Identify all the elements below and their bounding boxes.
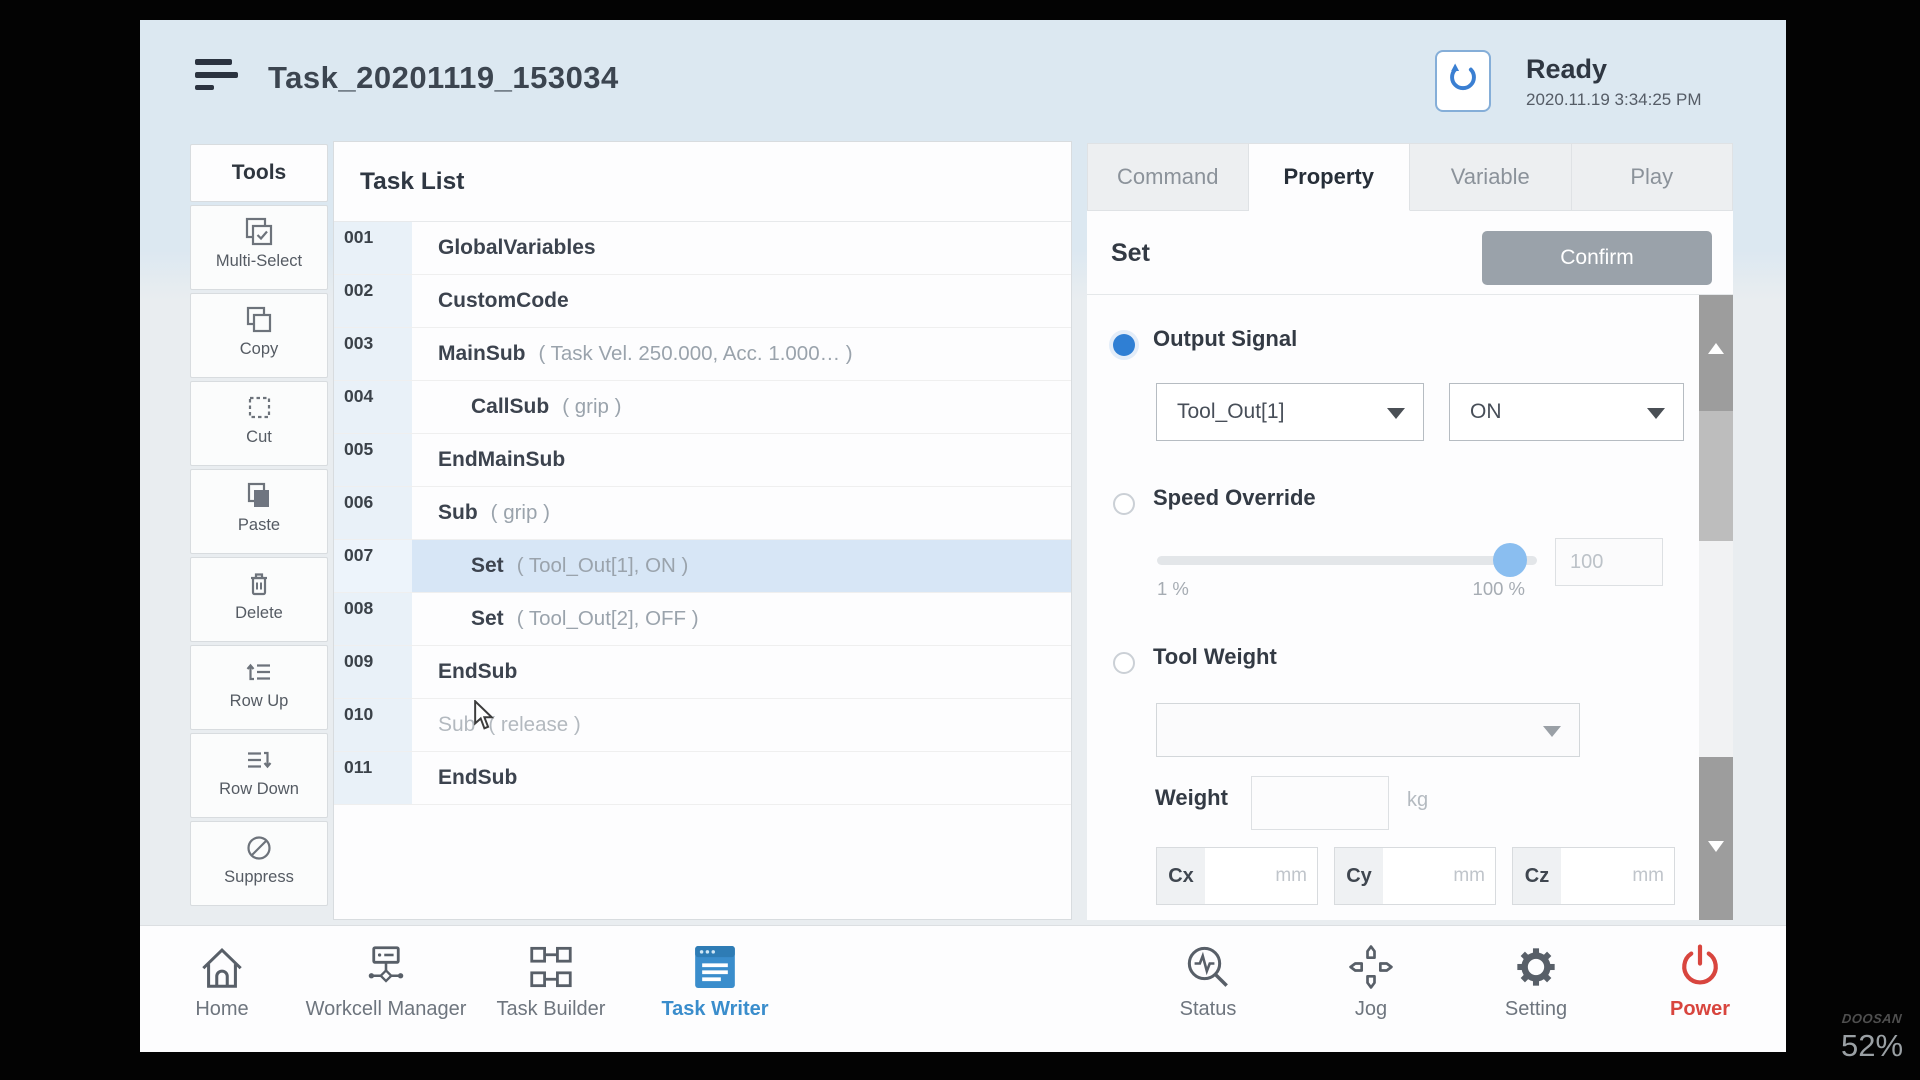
- task-list-panel: Task List 001 GlobalVariables 002 Custom…: [333, 141, 1072, 920]
- slider-min-label: 1 %: [1157, 578, 1189, 600]
- weight-unit-label: kg: [1407, 789, 1428, 812]
- task-row-002[interactable]: 002 CustomCode: [334, 275, 1071, 328]
- task-row-006[interactable]: 006 Sub( grip ): [334, 487, 1071, 540]
- tab-property[interactable]: Property: [1249, 143, 1411, 211]
- tool-cut-button[interactable]: Cut: [190, 381, 328, 466]
- task-row-001[interactable]: 001 GlobalVariables: [334, 222, 1071, 275]
- task-list-title: Task List: [334, 142, 1071, 222]
- output-signal-radio[interactable]: [1113, 334, 1135, 356]
- row-up-icon: [242, 655, 276, 689]
- task-row-007-selected[interactable]: 007 Set( Tool_Out[1], ON ): [334, 540, 1071, 593]
- datetime-label: 2020.11.19 3:34:25 PM: [1526, 90, 1702, 110]
- robot-state-label: Ready: [1526, 54, 1607, 85]
- speed-override-label: Speed Override: [1153, 485, 1316, 511]
- nav-power[interactable]: Power: [1600, 926, 1786, 1021]
- task-builder-icon: [523, 939, 579, 995]
- cut-icon: [242, 391, 276, 425]
- tool-delete-button[interactable]: Delete: [190, 557, 328, 642]
- doosan-logo: DOOSAN: [1829, 1011, 1915, 1026]
- task-writer-icon: [687, 939, 743, 995]
- app-window: Task_20201119_153034 Ready 2020.11.19 3:…: [140, 20, 1786, 1052]
- arrow-up-icon: [1708, 343, 1724, 354]
- task-row-004[interactable]: 004 CallSub( grip ): [334, 381, 1071, 434]
- nav-task-writer[interactable]: Task Writer: [615, 926, 815, 1021]
- chevron-down-icon: [1387, 408, 1405, 419]
- tab-command[interactable]: Command: [1087, 143, 1249, 211]
- row-down-icon: [242, 743, 276, 777]
- home-icon: [194, 939, 250, 995]
- tool-multi-select-button[interactable]: Multi-Select: [190, 205, 328, 290]
- property-header: Set Confirm: [1087, 211, 1733, 295]
- confirm-button[interactable]: Confirm: [1482, 231, 1712, 285]
- task-row-009[interactable]: 009 EndSub: [334, 646, 1071, 699]
- mouse-cursor: [472, 700, 498, 732]
- scroll-down-button[interactable]: [1699, 757, 1733, 920]
- task-row-008[interactable]: 008 Set( Tool_Out[2], OFF ): [334, 593, 1071, 646]
- chevron-down-icon: [1543, 726, 1561, 737]
- tool-row-up-button[interactable]: Row Up: [190, 645, 328, 730]
- robot-arc-icon: [1442, 58, 1484, 104]
- speed-override-radio[interactable]: [1113, 493, 1135, 515]
- task-row-003[interactable]: 003 MainSub( Task Vel. 250.000, Acc. 1.0…: [334, 328, 1071, 381]
- task-row-005[interactable]: 005 EndMainSub: [334, 434, 1071, 487]
- speed-value-field[interactable]: 100: [1555, 538, 1663, 586]
- command-name-label: Set: [1111, 211, 1150, 295]
- tab-play[interactable]: Play: [1572, 143, 1734, 211]
- speed-slider-track[interactable]: [1157, 556, 1537, 565]
- signal-dropdown[interactable]: Tool_Out[1]: [1156, 383, 1424, 441]
- bottom-navigation: Home Workcell Manager: [140, 925, 1786, 1052]
- right-panel-tabs: Command Property Variable Play: [1087, 143, 1733, 211]
- tool-weight-radio[interactable]: [1113, 652, 1135, 674]
- power-icon: [1672, 939, 1728, 995]
- scroll-up-button[interactable]: [1699, 295, 1733, 411]
- slider-max-label: 100 %: [1435, 578, 1525, 600]
- multi-select-icon: [242, 215, 276, 249]
- weight-field[interactable]: [1251, 776, 1389, 830]
- delete-icon: [242, 567, 276, 601]
- weight-field-label: Weight: [1155, 785, 1228, 811]
- status-icon: [1180, 939, 1236, 995]
- tool-row-down-button[interactable]: Row Down: [190, 733, 328, 818]
- workcell-manager-icon: [358, 939, 414, 995]
- cz-field[interactable]: Cz mm: [1512, 847, 1675, 905]
- output-signal-label: Output Signal: [1153, 326, 1297, 352]
- task-row-011[interactable]: 011 EndSub: [334, 752, 1071, 805]
- tool-paste-button[interactable]: Paste: [190, 469, 328, 554]
- suppress-icon: [242, 831, 276, 865]
- cy-field[interactable]: Cy mm: [1334, 847, 1496, 905]
- signal-state-dropdown[interactable]: ON: [1449, 383, 1684, 441]
- copy-icon: [242, 303, 276, 337]
- scrollbar-thumb[interactable]: [1699, 411, 1733, 541]
- panel-scrollbar[interactable]: [1699, 295, 1733, 920]
- tool-weight-label: Tool Weight: [1153, 644, 1277, 670]
- property-body: Output Signal Tool_Out[1] ON Speed Overr…: [1087, 295, 1733, 920]
- tools-panel: Tools Multi-Select Copy: [190, 144, 328, 909]
- menu-icon[interactable]: [195, 59, 241, 95]
- jog-icon: [1343, 939, 1399, 995]
- task-title: Task_20201119_153034: [268, 60, 619, 96]
- task-row-010[interactable]: 010 Sub( release ): [334, 699, 1071, 752]
- zoom-percent-label: 52%: [1830, 1028, 1914, 1064]
- tools-panel-title: Tools: [190, 144, 328, 202]
- speed-slider-knob[interactable]: [1493, 543, 1527, 577]
- tab-variable[interactable]: Variable: [1410, 143, 1572, 211]
- cx-field[interactable]: Cx mm: [1156, 847, 1318, 905]
- robot-status-button[interactable]: [1435, 50, 1491, 112]
- arrow-down-icon: [1708, 841, 1724, 852]
- paste-icon: [242, 479, 276, 513]
- teach-pendant-screen: Task_20201119_153034 Ready 2020.11.19 3:…: [0, 0, 1920, 1080]
- tool-copy-button[interactable]: Copy: [190, 293, 328, 378]
- chevron-down-icon: [1647, 408, 1665, 419]
- setting-icon: [1508, 939, 1564, 995]
- tool-weight-dropdown[interactable]: [1156, 703, 1580, 757]
- tool-suppress-button[interactable]: Suppress: [190, 821, 328, 906]
